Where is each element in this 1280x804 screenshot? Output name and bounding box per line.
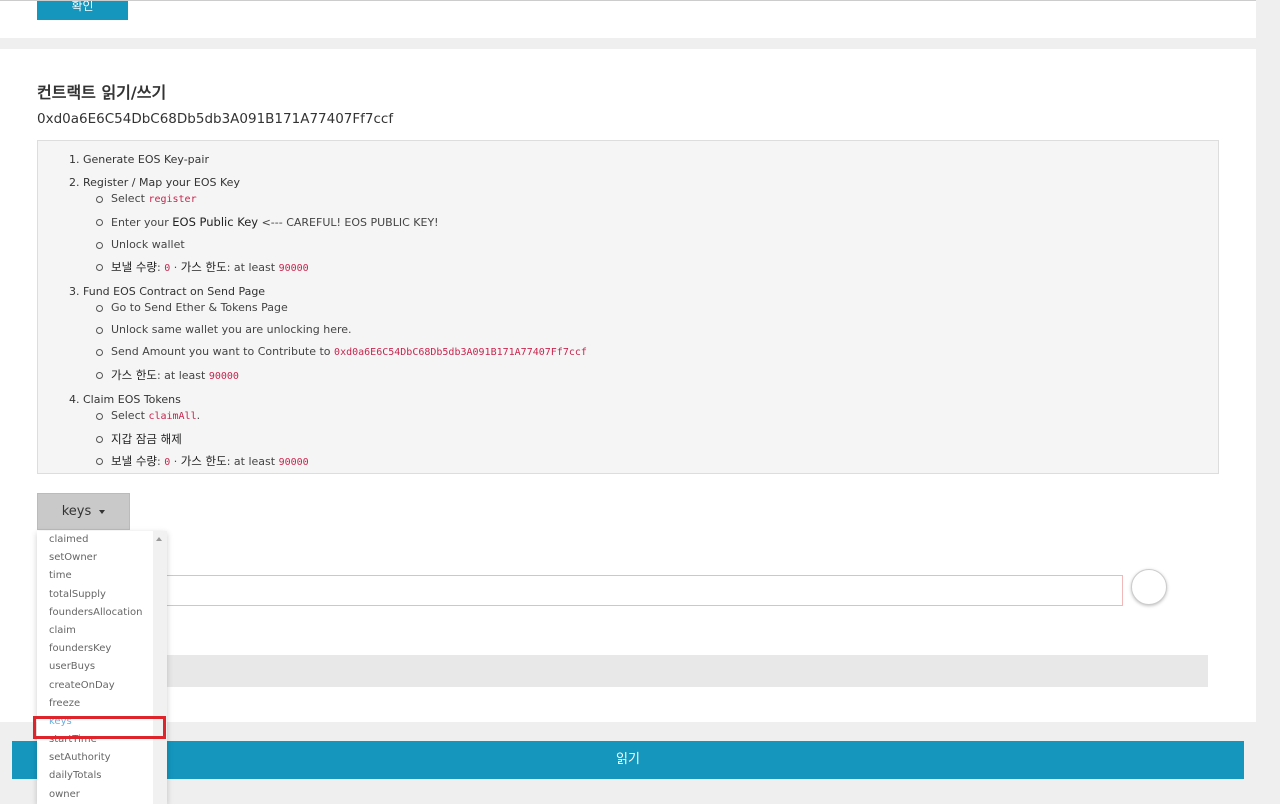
- top-panel: 확인: [0, 0, 1256, 38]
- highlight-box: [33, 716, 166, 739]
- step-3: 3. Fund EOS Contract on Send Page Go to …: [38, 283, 1218, 385]
- step-4-label: 4. Claim EOS Tokens: [69, 393, 181, 406]
- list-item: Enter your EOS Public Key <--- CAREFUL! …: [96, 214, 1218, 231]
- function-dropdown-menu: claimed setOwner time totalSupply foundersAl…: [37, 531, 167, 804]
- list-item: Go to Send Ether & Tokens Page: [96, 300, 1218, 316]
- code-address: 0xd0a6E6C54DbC68Db5db3A091B171A77407Ff7c…: [334, 347, 587, 358]
- result-output: [156, 655, 1208, 687]
- list-item: 가스 한도: at least 90000: [96, 367, 1218, 385]
- contract-address: 0xd0a6E6C54DbC68Db5db3A091B171A77407Ff7c…: [37, 111, 394, 127]
- step-3-label: 3. Fund EOS Contract on Send Page: [69, 285, 266, 298]
- dropdown-option-owner[interactable]: owner: [37, 786, 167, 804]
- top-action-button[interactable]: 확인: [37, 1, 128, 20]
- dropdown-option-foundersKey[interactable]: foundersKey: [37, 640, 167, 658]
- caret-down-icon: [99, 509, 106, 514]
- list-item: Select claimAll.: [96, 408, 1218, 425]
- step-3-list: Go to Send Ether & Tokens Page Unlock sa…: [69, 300, 1218, 385]
- scroll-up-icon[interactable]: [156, 537, 162, 541]
- toggle-button[interactable]: [1131, 569, 1167, 605]
- function-select-button[interactable]: keys: [37, 493, 130, 530]
- step-4: 4. Claim EOS Tokens Select claimAll. 지갑 …: [38, 391, 1218, 471]
- dropdown-option-foundersAllocation[interactable]: foundersAllocation: [37, 604, 167, 622]
- section-title: 컨트랙트 읽기/쓰기: [37, 83, 167, 102]
- dropdown-option-setOwner[interactable]: setOwner: [37, 549, 167, 567]
- instructions-box: 1. Generate EOS Key-pair 2. Register / M…: [37, 140, 1219, 474]
- list-item: Select register: [96, 191, 1218, 208]
- dropdown-option-claimed[interactable]: claimed: [37, 531, 167, 549]
- list-item: 지갑 잠금 해제: [96, 431, 1218, 447]
- list-item: Unlock same wallet you are unlocking her…: [96, 322, 1218, 338]
- function-input-field[interactable]: [156, 575, 1123, 606]
- dropdown-option-totalSupply[interactable]: totalSupply: [37, 586, 167, 604]
- list-item: Unlock wallet: [96, 237, 1218, 253]
- function-select-value: keys: [61, 504, 92, 519]
- step-2-label: 2. Register / Map your EOS Key: [69, 176, 240, 189]
- step-2-list: Select register Enter your EOS Public Ke…: [69, 191, 1218, 277]
- code-claimall: claimAll: [148, 411, 197, 422]
- step-2: 2. Register / Map your EOS Key Select re…: [38, 174, 1218, 277]
- dropdown-option-time[interactable]: time: [37, 567, 167, 585]
- step-1-label: 1. Generate EOS Key-pair: [69, 153, 209, 166]
- code-register: register: [148, 194, 197, 205]
- list-item: Send Amount you want to Contribute to 0x…: [96, 344, 1218, 361]
- read-button[interactable]: 읽기: [12, 741, 1244, 779]
- dropdown-option-claim[interactable]: claim: [37, 622, 167, 640]
- dropdown-option-dailyTotals[interactable]: dailyTotals: [37, 767, 167, 785]
- list-item: 보낼 수량: 0 · 가스 한도: at least 90000: [96, 453, 1218, 471]
- dropdown-scrollbar[interactable]: [153, 531, 167, 804]
- step-1: 1. Generate EOS Key-pair: [38, 151, 1218, 168]
- dropdown-option-userBuys[interactable]: userBuys: [37, 658, 167, 676]
- dropdown-option-createOnDay[interactable]: createOnDay: [37, 677, 167, 695]
- step-4-list: Select claimAll. 지갑 잠금 해제 보낼 수량: 0 · 가스 …: [69, 408, 1218, 471]
- dropdown-option-setAuthority[interactable]: setAuthority: [37, 749, 167, 767]
- list-item: 보낼 수량: 0 · 가스 한도: at least 90000: [96, 259, 1218, 277]
- dropdown-option-freeze[interactable]: freeze: [37, 695, 167, 713]
- contract-panel: 컨트랙트 읽기/쓰기 0xd0a6E6C54DbC68Db5db3A091B17…: [0, 49, 1256, 722]
